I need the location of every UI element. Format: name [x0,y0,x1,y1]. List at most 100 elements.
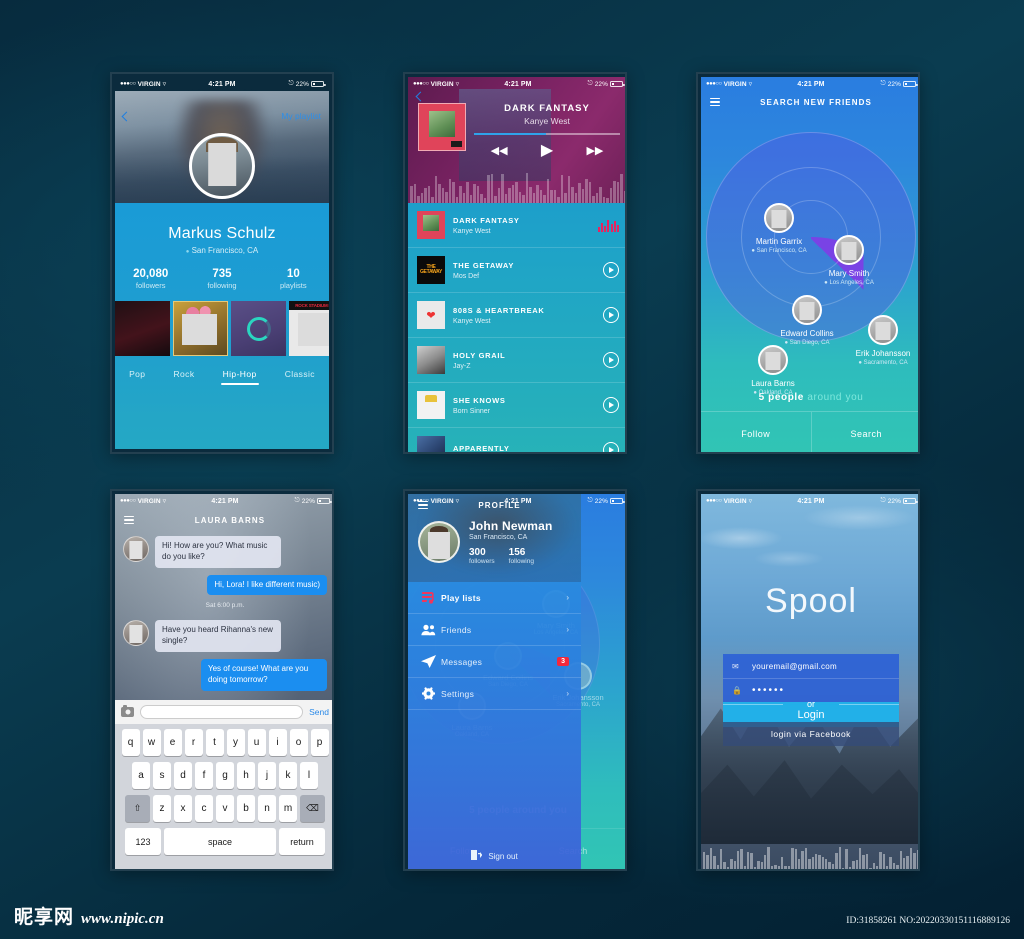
equalizer-bar [466,181,469,203]
person-marker[interactable]: Mary Smith ● Los Angeles, CA [807,235,891,286]
track-list[interactable]: DARK FANTASY Kanye West THE GETAWAY THE GET… [408,203,625,453]
play-icon[interactable] [603,307,619,323]
key-n[interactable]: n [258,795,276,822]
key-space[interactable]: space [164,828,276,855]
key-h[interactable]: h [237,762,255,789]
play-icon[interactable] [603,442,619,452]
progress-bar[interactable] [474,133,620,135]
album-thumb[interactable] [231,301,286,356]
backspace-icon[interactable]: ⌫ [300,795,325,822]
key-d[interactable]: d [174,762,192,789]
person-marker[interactable]: Erik Johansson ● Sacramento, CA [841,315,918,366]
key-g[interactable]: g [216,762,234,789]
message-input[interactable] [140,705,304,719]
album-thumb[interactable] [115,301,170,356]
shift-icon[interactable]: ⇧ [125,795,150,822]
key-z[interactable]: z [153,795,171,822]
my-playlist-link[interactable]: My playlist [281,111,321,121]
key-v[interactable]: v [216,795,234,822]
follow-button[interactable]: Follow [701,412,812,452]
message-list: Have you heard Rihanna's new single? Yes… [115,616,332,691]
clock-label: 4:21 PM [797,80,825,88]
key-i[interactable]: i [268,729,287,756]
drawer-item-friends[interactable]: Friends › [408,614,581,646]
tab-classic[interactable]: Classic [285,369,315,385]
key-e[interactable]: e [163,729,182,756]
key-t[interactable]: t [205,729,224,756]
play-icon[interactable] [603,397,619,413]
stat-following[interactable]: 156 following [509,547,534,565]
hamburger-icon[interactable] [124,516,134,524]
message-bubble[interactable]: Have you heard Rihanna's new single? [155,620,281,652]
tab-hiphop[interactable]: Hip-Hop [220,369,259,385]
message-bubble[interactable]: Hi, Lora! I like different music) [207,574,327,596]
key-j[interactable]: j [258,762,276,789]
back-icon[interactable] [121,111,132,121]
track-title: 808S & HEARTBREAK [453,305,545,315]
key-c[interactable]: c [195,795,213,822]
key-o[interactable]: o [289,729,308,756]
album-thumb[interactable] [173,301,228,356]
track-title: SHE KNOWS [453,395,506,405]
avatar[interactable] [418,521,460,563]
key-q[interactable]: q [121,729,140,756]
sign-out-button[interactable]: Sign out [408,850,581,862]
key-return[interactable]: return [279,828,325,855]
avatar[interactable] [189,133,255,199]
person-marker[interactable]: Laura Barns ● Oakland, CA [731,345,815,396]
email-field[interactable]: ✉ youremail@gmail.com [723,654,899,678]
key-s[interactable]: s [153,762,171,789]
track-row[interactable]: SHE KNOWS Born Sinner [408,383,625,428]
key-p[interactable]: p [310,729,329,756]
hamburger-icon[interactable] [710,98,720,106]
key-u[interactable]: u [247,729,266,756]
person-marker[interactable]: Edward Collins ● San Diego, CA [765,295,849,346]
play-icon[interactable]: ▶ [541,143,553,159]
equalizer-bar [427,185,430,203]
equalizer-bar [567,176,570,203]
play-icon[interactable] [603,352,619,368]
camera-icon[interactable] [121,705,134,717]
back-icon[interactable] [415,91,426,102]
stat-followers[interactable]: 300 followers [469,547,495,565]
play-icon[interactable] [603,262,619,278]
key-x[interactable]: x [174,795,192,822]
track-row[interactable]: ❤ 808S & HEARTBREAK Kanye West [408,293,625,338]
equalizer-bar [508,188,511,203]
tab-rock[interactable]: Rock [174,369,195,385]
tab-pop[interactable]: Pop [129,369,145,385]
facebook-login-button[interactable]: login via Facebook [723,722,899,746]
key-y[interactable]: y [226,729,245,756]
fast-forward-icon[interactable]: ▶▶ [586,145,603,157]
key-b[interactable]: b [237,795,255,822]
key-f[interactable]: f [195,762,213,789]
key-123[interactable]: 123 [125,828,161,855]
equalizer-bar [764,854,767,869]
track-row[interactable]: APPARENTLY [408,428,625,453]
message-bubble[interactable]: Yes of course! What are you doing tomorr… [201,658,327,691]
search-button[interactable]: Search [812,412,919,452]
key-w[interactable]: w [142,729,161,756]
track-row[interactable]: DARK FANTASY Kanye West [408,203,625,248]
album-thumb[interactable]: ROCK STADIUM LIVE [289,301,329,356]
track-row[interactable]: HOLY GRAIL Jay-Z [408,338,625,383]
equalizer-bar [730,859,733,869]
stat-following[interactable]: 735 following [186,268,257,290]
stat-value: 20,080 [133,268,169,280]
album-carousel[interactable]: ROCK STADIUM LIVE [115,301,329,356]
track-row[interactable]: THE GETAWAY THE GETAWAY Mos Def [408,248,625,293]
rewind-icon[interactable]: ◀◀ [491,145,508,157]
key-m[interactable]: m [279,795,297,822]
key-l[interactable]: l [300,762,318,789]
key-r[interactable]: r [184,729,203,756]
drawer-item-settings[interactable]: Settings › [408,678,581,710]
key-a[interactable]: a [132,762,150,789]
drawer-item-playlists[interactable]: Play lists › [408,582,581,614]
send-button[interactable]: Send [309,707,329,717]
stat-playlists[interactable]: 10 playlists [258,268,329,290]
key-k[interactable]: k [279,762,297,789]
message-bubble[interactable]: Hi! How are you? What music do you like? [155,536,281,568]
stat-followers[interactable]: 20,080 followers [115,268,186,290]
track-title: APPARENTLY [453,444,510,453]
drawer-item-messages[interactable]: Messages 3 [408,646,581,678]
